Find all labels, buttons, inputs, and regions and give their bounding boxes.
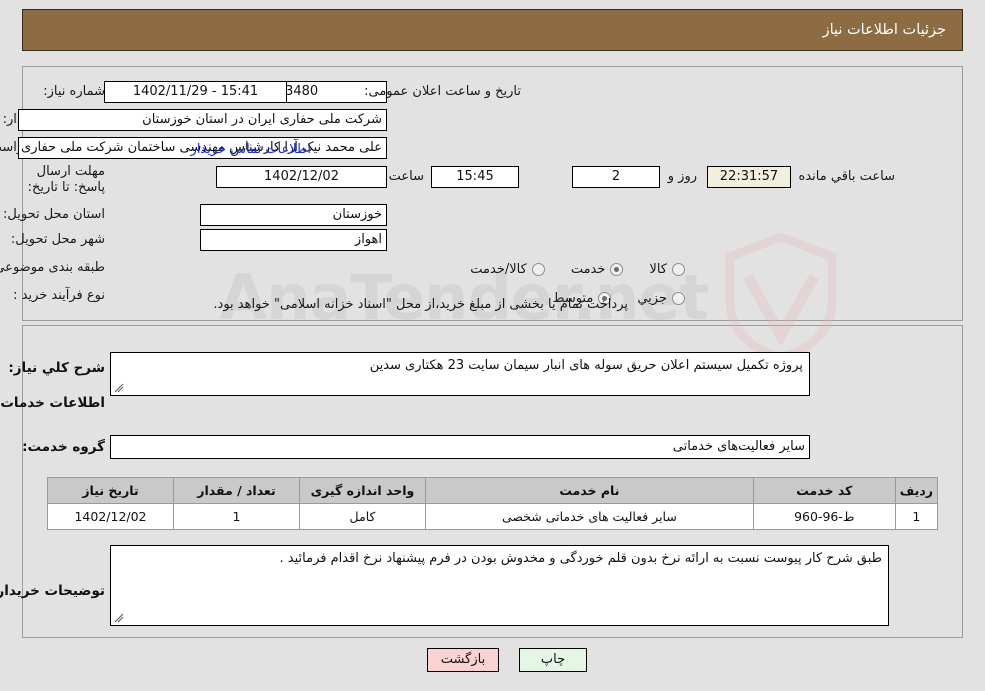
cell-unit: کامل	[299, 503, 426, 530]
payment-note: پرداخت تمام یا بخشی از مبلغ خرید،از محل …	[213, 297, 628, 312]
radio-icon[interactable]	[672, 291, 685, 305]
deadline-days-value: 2	[572, 166, 660, 188]
col-need-date: تاریخ نیاز	[47, 477, 174, 504]
need-description-value[interactable]: پروژه تکمیل سیستم اعلان حریق سوله های ان…	[110, 352, 810, 396]
category-option-kala-khedmat[interactable]: کالا/خدمت	[470, 262, 545, 277]
deadline-days-label: روز و	[667, 169, 697, 184]
cell-service-code: ط-96-960	[752, 503, 896, 530]
col-unit: واحد اندازه گیری	[299, 477, 426, 504]
table-row: 1 ط-96-960 سایر فعالیت های خدماتی شخصی ک…	[47, 503, 939, 530]
category-option-khedmat[interactable]: خدمت	[571, 262, 624, 277]
buyer-notes-text: طبق شرح کار پیوست نسبت به ارائه نرخ بدون…	[279, 551, 882, 566]
col-service-name: نام خدمت	[425, 477, 754, 504]
deadline-date-value: 1402/12/02	[216, 166, 387, 188]
countdown-remaining-label: ساعت باقي مانده	[798, 169, 895, 184]
buyer-notes-label: توضیحات خریدار:	[0, 583, 105, 599]
countdown-remaining-value: 22:31:57	[707, 166, 791, 188]
buyer-contact-link[interactable]: اطلاعات تماس خریدار	[191, 140, 311, 160]
resize-grip-icon[interactable]	[114, 383, 124, 393]
need-description-label: شرح کلي نیاز:	[8, 360, 105, 376]
col-service-code: کد خدمت	[752, 477, 896, 504]
delivery-province-value: خوزستان	[200, 204, 387, 226]
header-bar: جزئیات اطلاعات نیاز	[22, 9, 963, 51]
delivery-city-value: اهواز	[200, 229, 387, 251]
back-button[interactable]: بازگشت	[427, 648, 499, 672]
need-description-text: پروژه تکمیل سیستم اعلان حریق سوله های ان…	[369, 358, 803, 373]
need-info-panel	[22, 66, 963, 321]
need-number-label: شماره نیاز:	[43, 84, 105, 99]
category-option-label: کالا/خدمت	[470, 261, 527, 277]
col-row-no: ردیف	[894, 477, 939, 504]
announce-datetime-label: تاریخ و ساعت اعلان عمومی:	[364, 84, 521, 99]
delivery-city-label: شهر محل تحویل:	[10, 232, 105, 247]
purchase-type-option-label: جزیي	[637, 290, 667, 306]
cell-row-no: 1	[894, 503, 939, 530]
buyer-notes-value[interactable]: طبق شرح کار پیوست نسبت به ارائه نرخ بدون…	[110, 545, 889, 626]
category-option-label: کالا	[649, 261, 667, 277]
services-table-wrapper: ردیف کد خدمت نام خدمت واحد اندازه گیری ت…	[47, 477, 939, 530]
purchase-type-option-jozi[interactable]: جزیي	[637, 291, 685, 306]
announce-datetime-value: 15:41 - 1402/11/29	[104, 81, 287, 103]
radio-icon[interactable]	[531, 262, 545, 276]
deadline-label: مهلت ارسال پاسخ: تا تاریخ:	[27, 164, 105, 195]
purchase-type-label: نوع فرآیند خرید :	[13, 288, 105, 303]
deadline-hour-label: ساعت	[388, 169, 424, 184]
service-group-value[interactable]: سایر فعالیت‌های خدماتی	[110, 435, 810, 459]
category-label: طبقه بندی موضوعی:	[0, 260, 105, 275]
service-group-label: گروه خدمت:	[22, 439, 105, 455]
category-radio-group[interactable]: کالا خدمت کالا/خدمت	[444, 258, 685, 280]
cell-service-name: سایر فعالیت های خدماتی شخصی	[425, 503, 754, 530]
services-section-title: اطلاعات خدمات مورد نیاز	[0, 395, 105, 411]
category-option-kala[interactable]: کالا	[649, 262, 685, 277]
cell-need-date: 1402/12/02	[47, 503, 174, 530]
resize-grip-icon[interactable]	[114, 613, 124, 623]
deadline-hour-value: 15:45	[431, 166, 519, 188]
print-button[interactable]: چاپ	[519, 648, 587, 672]
buyer-org-value: شرکت ملی حفاری ایران در استان خوزستان	[18, 109, 387, 131]
services-table: ردیف کد خدمت نام خدمت واحد اندازه گیری ت…	[47, 477, 939, 530]
col-quantity: تعداد / مقدار	[173, 477, 300, 504]
page-root: AnaTender.net جزئیات اطلاعات نیاز شماره …	[0, 0, 985, 691]
radio-icon[interactable]	[610, 262, 624, 276]
table-header-row: ردیف کد خدمت نام خدمت واحد اندازه گیری ت…	[47, 477, 939, 504]
delivery-province-label: استان محل تحویل:	[3, 207, 105, 222]
category-option-label: خدمت	[570, 261, 606, 277]
radio-icon[interactable]	[672, 262, 685, 276]
cell-quantity: 1	[173, 503, 300, 530]
page-title: جزئیات اطلاعات نیاز	[822, 22, 946, 38]
